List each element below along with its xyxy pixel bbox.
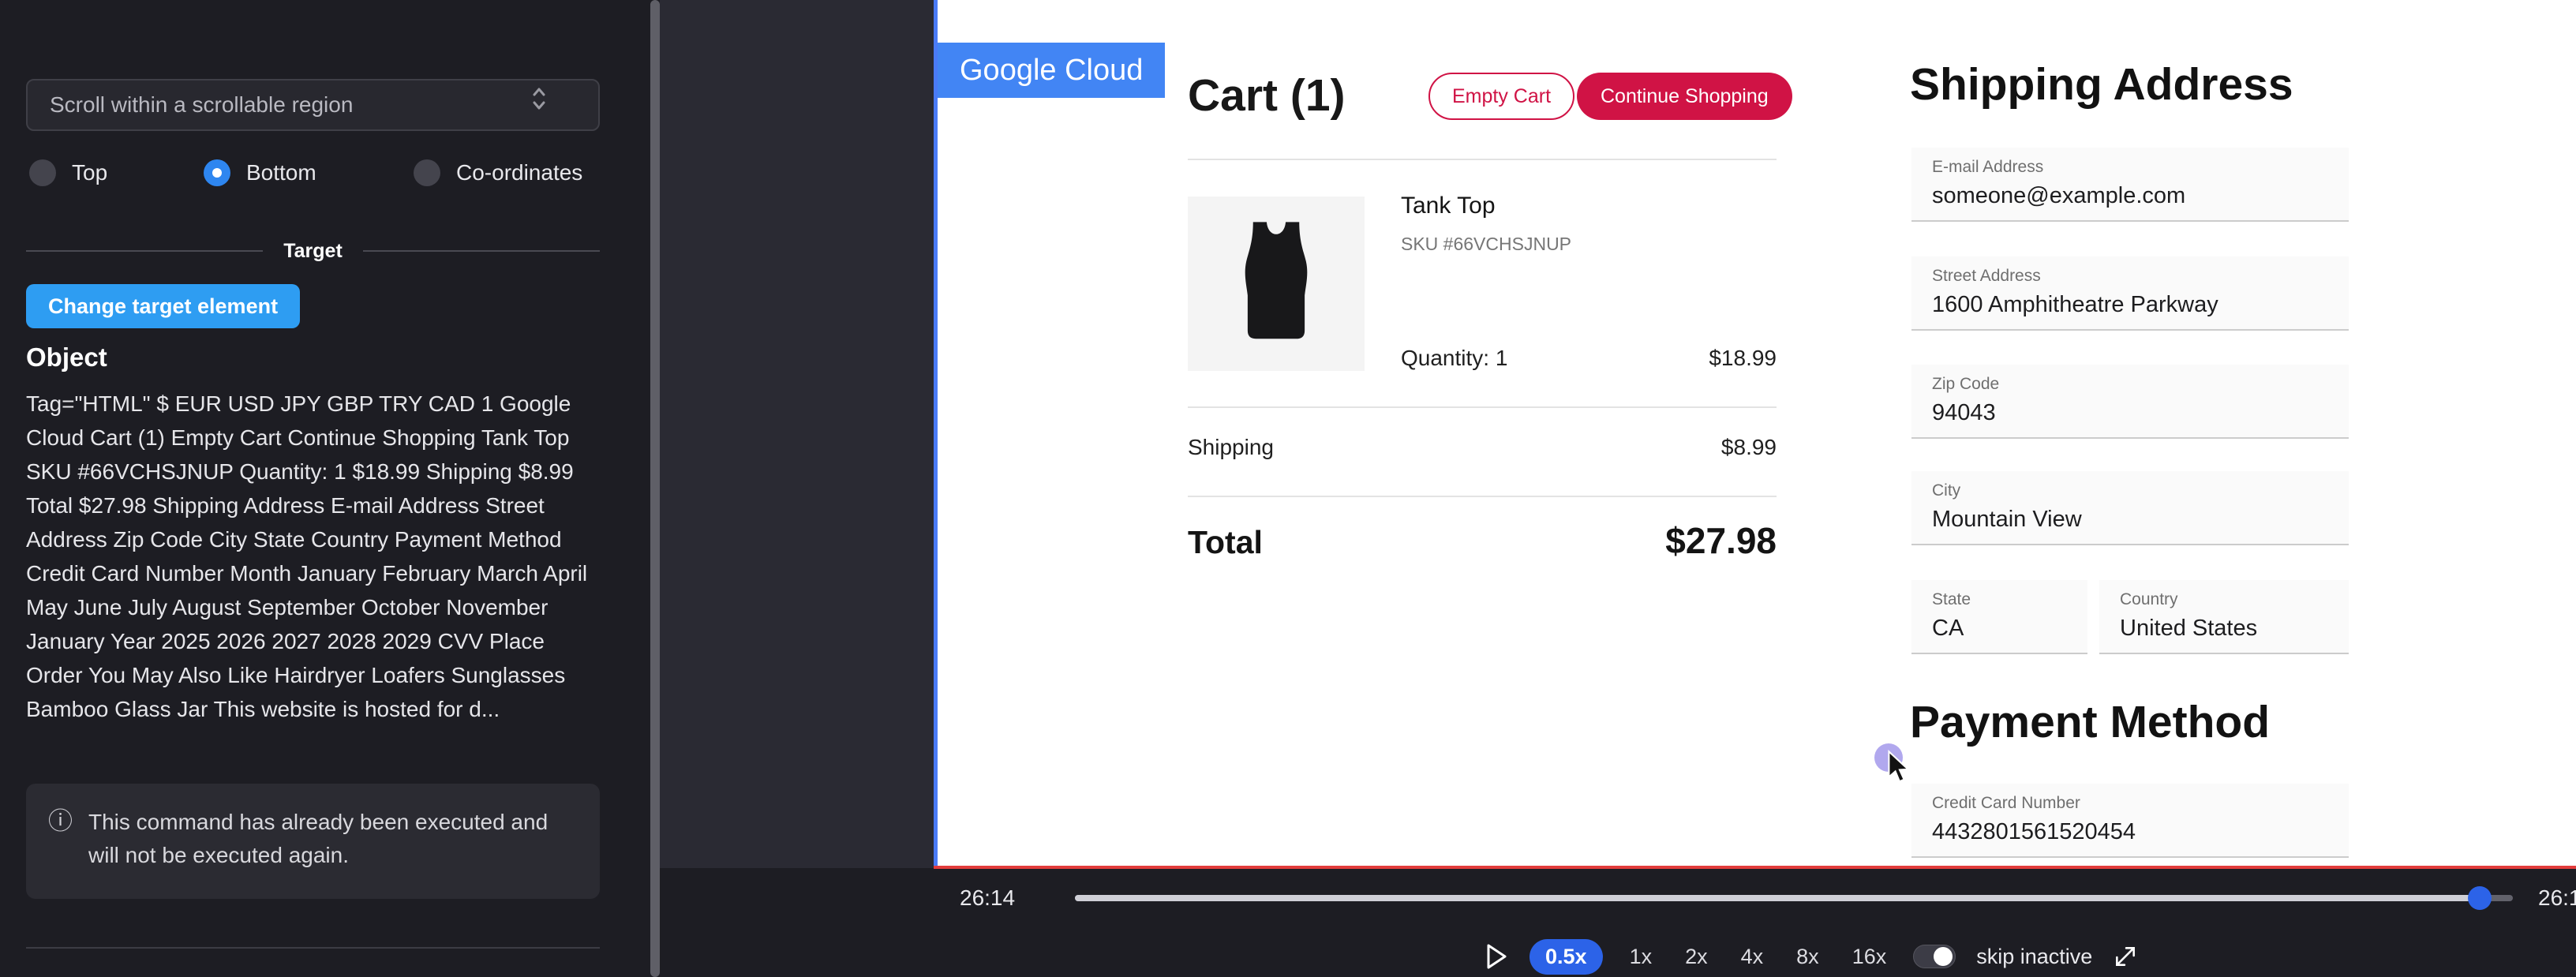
- current-time: 26:14: [960, 885, 1015, 911]
- viewport-gutter: [660, 0, 934, 868]
- timeline-thumb[interactable]: [2468, 886, 2492, 910]
- radio-top[interactable]: Top: [29, 159, 107, 186]
- zip-code-field-label: Zip Code: [1932, 375, 2349, 394]
- street-address-field-value: 1600 Amphitheatre Parkway: [1932, 292, 2349, 318]
- radio-coordinates-label: Co-ordinates: [456, 160, 582, 185]
- timeline-progress-fill: [1075, 895, 2480, 901]
- empty-cart-button[interactable]: Empty Cart: [1428, 73, 1574, 120]
- email-field-label: E-mail Address: [1932, 158, 2349, 177]
- state-field[interactable]: State CA: [1911, 580, 2087, 654]
- street-address-field[interactable]: Street Address 1600 Amphitheatre Parkway: [1911, 256, 2349, 331]
- product-price: $18.99: [1709, 346, 1777, 371]
- element-highlight-bottom-edge: [934, 866, 2576, 869]
- product-image: [1188, 197, 1365, 371]
- speed-chip-05x[interactable]: 0.5x: [1530, 939, 1603, 975]
- info-banner: ⓘ This command has already been executed…: [26, 784, 600, 899]
- object-description: Tag="HTML" $ EUR USD JPY GBP TRY CAD 1 G…: [26, 387, 605, 726]
- speed-chip-8x[interactable]: 8x: [1790, 939, 1825, 975]
- radio-bottom-circle[interactable]: [204, 159, 230, 186]
- radio-bottom-label: Bottom: [246, 160, 316, 185]
- element-highlight-left-edge: [934, 0, 938, 868]
- state-field-label: State: [1932, 590, 2087, 609]
- radio-coordinates-circle[interactable]: [414, 159, 440, 186]
- zip-code-field-value: 94043: [1932, 400, 2349, 426]
- shipping-address-heading: Shipping Address: [1910, 58, 2293, 110]
- email-field[interactable]: E-mail Address someone@example.com: [1911, 148, 2349, 222]
- city-field-label: City: [1932, 481, 2349, 500]
- speed-chip-16x[interactable]: 16x: [1846, 939, 1893, 975]
- site-logo[interactable]: Google Cloud: [938, 43, 1165, 98]
- country-field[interactable]: Country United States: [2099, 580, 2349, 654]
- change-target-button[interactable]: Change target element: [26, 284, 300, 328]
- country-field-label: Country: [2120, 590, 2349, 609]
- radio-top-label: Top: [72, 160, 107, 185]
- mouse-cursor-icon: [1884, 750, 1914, 788]
- product-name: Tank Top: [1401, 193, 1496, 219]
- total-label: Total: [1188, 524, 1263, 561]
- command-select-value: Scroll within a scrollable region: [50, 80, 353, 129]
- command-select[interactable]: Scroll within a scrollable region: [26, 79, 600, 131]
- skip-inactive-label: skip inactive: [1976, 945, 2092, 969]
- product-quantity: Quantity: 1: [1401, 346, 1507, 371]
- credit-card-field-label: Credit Card Number: [1932, 794, 2349, 813]
- city-field-value: Mountain View: [1932, 507, 2349, 533]
- credit-card-field-value: 4432801561520454: [1932, 819, 2349, 845]
- panel-scrollbar[interactable]: [650, 0, 660, 977]
- continue-shopping-button[interactable]: Continue Shopping: [1577, 73, 1792, 120]
- radio-top-circle[interactable]: [29, 159, 56, 186]
- city-field[interactable]: City Mountain View: [1911, 471, 2349, 545]
- speed-chip-2x[interactable]: 2x: [1679, 939, 1714, 975]
- cart-title: Cart (1): [1188, 69, 1346, 122]
- speed-chip-4x[interactable]: 4x: [1735, 939, 1770, 975]
- shipping-label: Shipping: [1188, 435, 1274, 460]
- divider-line: [26, 250, 263, 252]
- street-address-field-label: Street Address: [1932, 267, 2349, 286]
- skip-inactive-toggle[interactable]: [1913, 945, 1956, 968]
- speed-chip-1x[interactable]: 1x: [1623, 939, 1659, 975]
- state-field-value: CA: [1932, 616, 2087, 642]
- toggle-knob: [1934, 947, 1953, 966]
- tank-top-image: [1208, 203, 1344, 365]
- shipping-price: $8.99: [1721, 435, 1777, 460]
- country-field-value: United States: [2120, 616, 2349, 642]
- play-button[interactable]: [1484, 942, 1509, 971]
- radio-coordinates[interactable]: Co-ordinates: [414, 159, 582, 186]
- select-stepper-icon: [530, 80, 548, 129]
- cart-divider: [1188, 159, 1777, 160]
- info-icon: ⓘ: [48, 806, 73, 837]
- total-price: $27.98: [1665, 519, 1777, 562]
- player-controls: 0.5x 1x 2x 4x 8x 16x skip inactive: [1484, 936, 2138, 977]
- product-sku: SKU #66VCHSJNUP: [1401, 234, 1571, 255]
- end-time: 26:1: [2538, 885, 2576, 911]
- payment-method-heading: Payment Method: [1910, 696, 2270, 748]
- radio-bottom[interactable]: Bottom: [204, 159, 316, 186]
- info-message: This command has already been executed a…: [88, 806, 578, 872]
- target-label: Target: [283, 240, 343, 263]
- cart-divider: [1188, 406, 1777, 408]
- credit-card-number-field[interactable]: Credit Card Number 4432801561520454: [1911, 784, 2349, 858]
- object-heading: Object: [26, 343, 107, 372]
- target-divider: Target: [26, 237, 600, 265]
- timeline-track[interactable]: [1075, 895, 2513, 901]
- email-field-value: someone@example.com: [1932, 183, 2349, 209]
- cart-divider: [1188, 496, 1777, 497]
- zip-code-field[interactable]: Zip Code 94043: [1911, 365, 2349, 439]
- divider-line: [363, 250, 600, 252]
- sidebar-bottom-divider: [26, 947, 600, 949]
- replay-viewport: Google Cloud Cart (1) Empty Cart Continu…: [934, 0, 2576, 868]
- fullscreen-icon[interactable]: [2113, 944, 2138, 969]
